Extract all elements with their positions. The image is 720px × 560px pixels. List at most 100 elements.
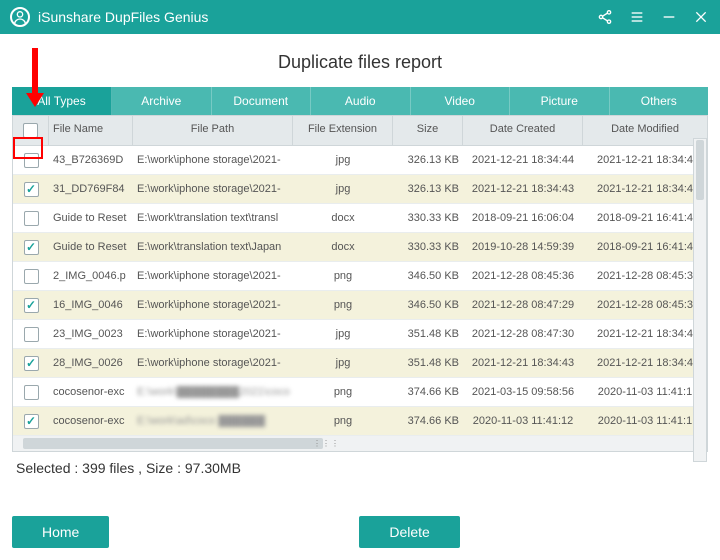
table-row[interactable]: 23_IMG_0023E:\work\iphone storage\2021-j… <box>13 320 707 349</box>
app-logo-icon <box>10 7 30 27</box>
select-all-checkbox[interactable] <box>23 123 38 138</box>
tab-document[interactable]: Document <box>212 87 312 115</box>
table-row[interactable]: 2_IMG_0046.pE:\work\iphone storage\2021-… <box>13 262 707 291</box>
cell-name: cocosenor-exc <box>49 415 133 427</box>
vertical-scrollbar[interactable] <box>693 138 707 462</box>
cell-created: 2021-12-21 18:34:44 <box>463 154 583 166</box>
tab-picture[interactable]: Picture <box>510 87 610 115</box>
cell-ext: jpg <box>293 154 393 166</box>
cell-path: E:\work\iphone storage\2021- <box>133 357 293 369</box>
horizontal-scrollbar[interactable]: ⋮⋮⋮ <box>12 436 708 452</box>
row-checkbox[interactable] <box>24 414 39 429</box>
cell-name: 28_IMG_0026 <box>49 357 133 369</box>
cell-created: 2021-12-28 08:47:29 <box>463 299 583 311</box>
cell-name: Guide to Reset <box>49 241 133 253</box>
cell-ext: png <box>293 386 393 398</box>
table-header: File Name File Path File Extension Size … <box>12 115 708 146</box>
cell-size: 374.66 KB <box>393 386 463 398</box>
table-row[interactable]: 43_B726369DE:\work\iphone storage\2021-j… <box>13 146 707 175</box>
col-modified[interactable]: Date Modified <box>583 116 707 145</box>
menu-icon[interactable] <box>628 8 646 26</box>
cell-size: 346.50 KB <box>393 299 463 311</box>
cell-size: 351.48 KB <box>393 357 463 369</box>
table-row[interactable]: Guide to ResetE:\work\translation text\t… <box>13 204 707 233</box>
col-created[interactable]: Date Created <box>463 116 583 145</box>
cell-size: 330.33 KB <box>393 212 463 224</box>
cell-ext: jpg <box>293 328 393 340</box>
app-title: iSunshare DupFiles Genius <box>38 9 596 25</box>
cell-name: 16_IMG_0046 <box>49 299 133 311</box>
status-text: Selected : 399 files , Size : 97.30MB <box>12 452 708 476</box>
cell-path: E:\work\iphone storage\2021- <box>133 270 293 282</box>
titlebar: iSunshare DupFiles Genius <box>0 0 720 34</box>
col-size[interactable]: Size <box>393 116 463 145</box>
cell-path: E:\work\translation text\Japan <box>133 241 293 253</box>
cell-name: 31_DD769F84 <box>49 183 133 195</box>
cell-name: 23_IMG_0023 <box>49 328 133 340</box>
table-row[interactable]: 31_DD769F84E:\work\iphone storage\2021-j… <box>13 175 707 204</box>
cell-created: 2021-12-21 18:34:43 <box>463 357 583 369</box>
row-checkbox[interactable] <box>24 182 39 197</box>
cell-path: E:\work\iphone storage\2021- <box>133 328 293 340</box>
table-row[interactable]: cocosenor-excE:\work\ad\coco ██████png37… <box>13 407 707 436</box>
cell-path: E:\work\ad\coco ██████ <box>133 415 293 427</box>
cell-name: cocosenor-exc <box>49 386 133 398</box>
cell-path: E:\work\translation text\transl <box>133 212 293 224</box>
cell-ext: jpg <box>293 183 393 195</box>
cell-path: E:\work\iphone storage\2021- <box>133 154 293 166</box>
cell-path: E:\work\iphone storage\2021- <box>133 299 293 311</box>
tab-video[interactable]: Video <box>411 87 511 115</box>
row-checkbox[interactable] <box>24 356 39 371</box>
table-row[interactable]: 28_IMG_0026E:\work\iphone storage\2021-j… <box>13 349 707 378</box>
cell-modified: 2018-09-21 16:41:4 <box>583 212 707 224</box>
table-row[interactable]: Guide to ResetE:\work\translation text\J… <box>13 233 707 262</box>
col-file-ext[interactable]: File Extension <box>293 116 393 145</box>
cell-ext: jpg <box>293 357 393 369</box>
cell-ext: png <box>293 299 393 311</box>
cell-modified: 2020-11-03 11:41:1 <box>583 386 707 398</box>
close-icon[interactable] <box>692 8 710 26</box>
cell-name: 43_B726369D <box>49 154 133 166</box>
cell-created: 2018-09-21 16:06:04 <box>463 212 583 224</box>
cell-size: 346.50 KB <box>393 270 463 282</box>
cell-modified: 2021-12-21 18:34:4 <box>583 154 707 166</box>
delete-button[interactable]: Delete <box>359 516 459 548</box>
cell-size: 326.13 KB <box>393 183 463 195</box>
row-checkbox[interactable] <box>24 240 39 255</box>
row-checkbox[interactable] <box>24 385 39 400</box>
cell-size: 326.13 KB <box>393 154 463 166</box>
cell-size: 374.66 KB <box>393 415 463 427</box>
page-title: Duplicate files report <box>0 52 720 73</box>
cell-modified: 2021-12-21 18:34:4 <box>583 357 707 369</box>
row-checkbox[interactable] <box>24 211 39 226</box>
table-row[interactable]: 16_IMG_0046E:\work\iphone storage\2021-p… <box>13 291 707 320</box>
cell-ext: png <box>293 415 393 427</box>
minimize-icon[interactable] <box>660 8 678 26</box>
type-tabs: All Types Archive Document Audio Video P… <box>12 87 708 115</box>
cell-path: E:\work\iphone storage\2021- <box>133 183 293 195</box>
cell-created: 2020-11-03 11:41:12 <box>463 415 583 427</box>
cell-modified: 2018-09-21 16:41:4 <box>583 241 707 253</box>
tab-archive[interactable]: Archive <box>112 87 212 115</box>
home-button[interactable]: Home <box>12 516 109 548</box>
cell-created: 2021-12-21 18:34:43 <box>463 183 583 195</box>
cell-name: Guide to Reset <box>49 212 133 224</box>
tab-audio[interactable]: Audio <box>311 87 411 115</box>
tab-others[interactable]: Others <box>610 87 709 115</box>
cell-created: 2021-12-28 08:47:30 <box>463 328 583 340</box>
row-checkbox[interactable] <box>24 269 39 284</box>
col-file-name[interactable]: File Name <box>49 116 133 145</box>
row-checkbox[interactable] <box>24 298 39 313</box>
cell-modified: 2021-12-21 18:34:4 <box>583 183 707 195</box>
cell-created: 2021-12-28 08:45:36 <box>463 270 583 282</box>
cell-created: 2021-03-15 09:58:56 <box>463 386 583 398</box>
cell-modified: 2021-12-21 18:34:4 <box>583 328 707 340</box>
cell-ext: docx <box>293 241 393 253</box>
table-row[interactable]: cocosenor-excE:\work\████████2021\cocopn… <box>13 378 707 407</box>
share-icon[interactable] <box>596 8 614 26</box>
cell-path: E:\work\████████2021\coco <box>133 386 293 398</box>
annotation-highlight-box <box>13 137 43 159</box>
col-file-path[interactable]: File Path <box>133 116 293 145</box>
cell-name: 2_IMG_0046.p <box>49 270 133 282</box>
row-checkbox[interactable] <box>24 327 39 342</box>
